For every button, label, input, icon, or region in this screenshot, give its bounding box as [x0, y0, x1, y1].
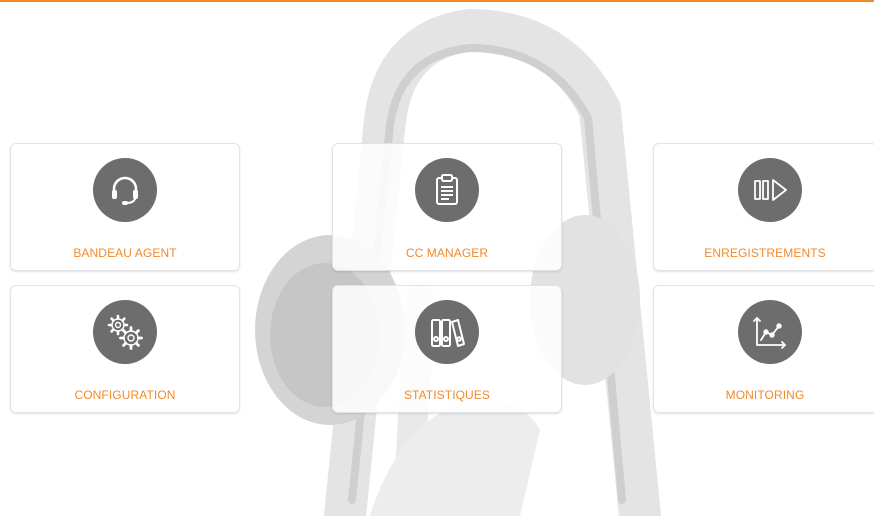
- tile-label: CC MANAGER: [405, 246, 489, 260]
- line-chart-icon: [738, 300, 802, 364]
- tile-label: ENREGISTREMENTS: [704, 246, 826, 260]
- gears-icon: [93, 300, 157, 364]
- clipboard-icon: [415, 158, 479, 222]
- tile-label: CONFIGURATION: [74, 388, 176, 402]
- binders-icon: [415, 300, 479, 364]
- tile-label: STATISTIQUES: [403, 388, 491, 402]
- pause-play-icon: [738, 158, 802, 222]
- headset-icon: [93, 158, 157, 222]
- tile-label: BANDEAU AGENT: [73, 246, 177, 260]
- tile-bandeau-agent[interactable]: BANDEAU AGENT: [10, 143, 240, 271]
- tile-monitoring[interactable]: MONITORING: [653, 285, 874, 413]
- tile-statistiques[interactable]: STATISTIQUES: [332, 285, 562, 413]
- tile-cc-manager[interactable]: CC MANAGER: [332, 143, 562, 271]
- tile-label: MONITORING: [725, 388, 805, 402]
- tile-enregistrements[interactable]: ENREGISTREMENTS: [653, 143, 874, 271]
- tile-configuration[interactable]: CONFIGURATION: [10, 285, 240, 413]
